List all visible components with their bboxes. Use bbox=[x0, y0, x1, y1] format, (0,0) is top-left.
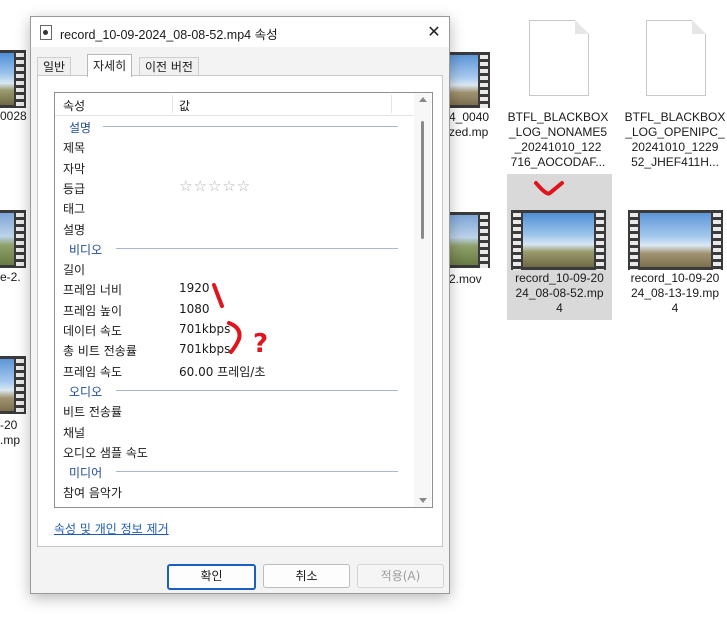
ok-button[interactable]: 확인 bbox=[167, 564, 256, 590]
property-value: 701kbps bbox=[179, 342, 231, 356]
property-group[interactable]: 비디오 bbox=[55, 238, 414, 258]
property-value: 60.00 프레임/초 bbox=[179, 365, 266, 379]
property-value: 701kbps bbox=[179, 322, 231, 336]
file-name-label[interactable]: record_10-09-20 24_08-13-19.mp 4 bbox=[622, 271, 727, 316]
document-icon[interactable] bbox=[529, 20, 589, 96]
file-name-label: 0028 bbox=[0, 109, 27, 123]
property-key: 참여 음악가 bbox=[63, 486, 123, 500]
property-value: 1080 bbox=[179, 302, 210, 316]
property-group[interactable]: 미디어 bbox=[55, 461, 414, 481]
tab-details[interactable]: 자세히 bbox=[87, 54, 133, 77]
scroll-down-icon[interactable] bbox=[419, 498, 427, 503]
close-icon[interactable]: ✕ bbox=[419, 17, 449, 47]
property-row[interactable]: 자막 bbox=[55, 157, 414, 177]
media-file-icon bbox=[40, 25, 52, 40]
file-name-label: 4_0040 bbox=[449, 110, 490, 124]
list-header: 속성 값 bbox=[55, 93, 414, 116]
property-key: 프레임 너비 bbox=[63, 283, 123, 297]
property-group[interactable]: 오디오 bbox=[55, 380, 414, 400]
property-value: 1920 bbox=[179, 281, 210, 295]
group-label: 비디오 bbox=[69, 243, 103, 257]
property-row[interactable]: 비트 전송률 bbox=[55, 400, 414, 420]
file-name-label: 2.mov bbox=[449, 272, 482, 286]
property-key: 제목 bbox=[63, 141, 86, 155]
document-icon[interactable] bbox=[646, 20, 706, 96]
property-row[interactable]: 길이 bbox=[55, 258, 414, 278]
group-divider bbox=[103, 126, 398, 127]
video-thumbnail[interactable] bbox=[511, 210, 606, 270]
file-name-label: BTFL_BLACKBOX _LOG_NONAME5 _20241010_122… bbox=[507, 110, 609, 169]
property-row[interactable]: 채널 bbox=[55, 421, 414, 441]
video-thumbnail[interactable] bbox=[0, 210, 26, 268]
tab-general[interactable]: 일반 bbox=[37, 57, 72, 76]
details-panel: 속성 값 설명 제목 자막 등급 ☆☆☆☆☆ 태그 설명 비디오 길이 프레임 너비 1920 프레임… bbox=[37, 75, 443, 547]
video-thumbnail[interactable] bbox=[0, 356, 26, 414]
video-thumbnail[interactable] bbox=[444, 52, 490, 108]
column-header-value[interactable]: 값 bbox=[179, 97, 190, 114]
group-label: 미디어 bbox=[69, 466, 103, 480]
video-thumbnail[interactable] bbox=[628, 210, 723, 270]
scroll-thumb[interactable] bbox=[421, 121, 424, 239]
group-divider bbox=[116, 471, 398, 472]
property-row[interactable]: 프레임 속도 60.00 프레임/초 bbox=[55, 360, 414, 380]
property-row[interactable]: 오디오 샘플 속도 bbox=[55, 441, 414, 461]
property-key: 프레임 속도 bbox=[63, 365, 123, 379]
property-row[interactable]: 총 비트 전송률 701kbps bbox=[55, 339, 414, 359]
title-bar[interactable]: record_10-09-2024_08-08-52.mp4 속성 ✕ bbox=[31, 17, 449, 47]
property-key: 오디오 샘플 속도 bbox=[63, 446, 148, 460]
property-key: 설명 bbox=[63, 223, 86, 237]
property-key: 총 비트 전송률 bbox=[63, 344, 137, 358]
apply-button[interactable]: 적용(A) bbox=[357, 564, 444, 588]
property-row[interactable]: 설명 bbox=[55, 218, 414, 238]
property-row[interactable]: 참여 음악가 bbox=[55, 481, 414, 501]
property-key: 비트 전송률 bbox=[63, 405, 123, 419]
property-row[interactable]: 제목 bbox=[55, 136, 414, 156]
group-divider bbox=[116, 248, 398, 249]
column-header-property[interactable]: 속성 bbox=[63, 97, 85, 114]
property-row[interactable]: 데이터 속도 701kbps bbox=[55, 319, 414, 339]
file-name-label: e-2. bbox=[0, 270, 21, 284]
property-key: 채널 bbox=[63, 426, 86, 440]
property-key: 태그 bbox=[63, 202, 86, 216]
property-group[interactable]: 설명 bbox=[55, 116, 414, 136]
properties-dialog: record_10-09-2024_08-08-52.mp4 속성 ✕ 일반 자… bbox=[30, 16, 450, 594]
property-key: 길이 bbox=[63, 263, 86, 277]
cancel-button[interactable]: 취소 bbox=[263, 564, 350, 588]
file-name-label[interactable]: record_10-09-20 24_08-08-52.mp 4 bbox=[507, 271, 612, 316]
property-key: 자막 bbox=[63, 162, 86, 176]
property-row[interactable]: 프레임 너비 1920 bbox=[55, 278, 414, 298]
property-row[interactable]: 태그 bbox=[55, 197, 414, 217]
vertical-scrollbar[interactable] bbox=[414, 93, 431, 507]
scroll-up-icon[interactable] bbox=[419, 97, 427, 102]
property-row[interactable]: 프레임 높이 1080 bbox=[55, 299, 414, 319]
file-name-label: BTFL_BLACKBOX _LOG_OPENIPC_ 20241010_122… bbox=[624, 110, 726, 169]
property-list[interactable]: 속성 값 설명 제목 자막 등급 ☆☆☆☆☆ 태그 설명 비디오 길이 프레임 너비 1920 프레임… bbox=[54, 92, 433, 508]
file-name-label: zed.mp bbox=[449, 125, 489, 139]
video-thumbnail[interactable] bbox=[0, 50, 26, 108]
file-name-label: .mp bbox=[0, 433, 21, 447]
property-row[interactable]: 등급 ☆☆☆☆☆ bbox=[55, 177, 414, 197]
property-key: 프레임 높이 bbox=[63, 304, 123, 318]
property-key: 데이터 속도 bbox=[63, 324, 123, 338]
rating-stars-icon[interactable]: ☆☆☆☆☆ bbox=[179, 177, 251, 195]
dialog-title: record_10-09-2024_08-08-52.mp4 속성 bbox=[60, 28, 278, 42]
tab-previous-versions[interactable]: 이전 버전 bbox=[139, 57, 199, 76]
video-thumbnail[interactable] bbox=[444, 212, 490, 268]
file-name-label: -20 bbox=[0, 418, 18, 432]
group-divider bbox=[116, 390, 398, 391]
property-key: 등급 bbox=[63, 182, 86, 196]
group-label: 오디오 bbox=[69, 385, 103, 399]
group-label: 설명 bbox=[69, 121, 92, 135]
remove-properties-link[interactable]: 속성 및 개인 정보 제거 bbox=[54, 520, 169, 537]
